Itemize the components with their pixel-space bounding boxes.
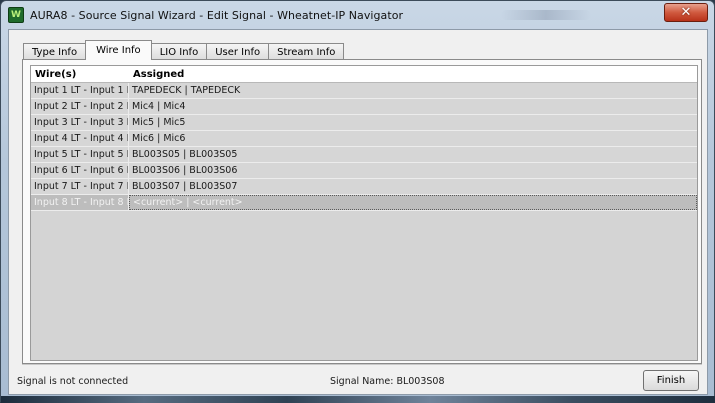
window-title: AURA8 - Source Signal Wizard - Edit Sign… (30, 8, 404, 22)
assigned-cell[interactable]: BL003S06 | BL003S06 (129, 163, 697, 178)
wire-cell: Input 5 LT - Input 5 RT (31, 147, 129, 162)
table-row[interactable]: Input 4 LT - Input 4 RT Mic6 | Mic6 (31, 131, 697, 147)
table-row[interactable]: Input 5 LT - Input 5 RT BL003S05 | BL003… (31, 147, 697, 163)
wire-cell: Input 1 LT - Input 1 RT (31, 83, 129, 98)
tab-stream-info[interactable]: Stream Info (268, 43, 345, 60)
column-header-assigned[interactable]: Assigned (129, 66, 697, 82)
wire-assignment-grid[interactable]: Wire(s) Assigned Input 1 LT - Input 1 RT… (30, 65, 698, 361)
assigned-cell[interactable]: Mic6 | Mic6 (129, 131, 697, 146)
assigned-cell[interactable]: Mic5 | Mic5 (129, 115, 697, 130)
table-row[interactable]: Input 1 LT - Input 1 RT TAPEDECK | TAPED… (31, 83, 697, 99)
title-bar[interactable]: W AURA8 - Source Signal Wizard - Edit Si… (1, 1, 714, 29)
wire-cell: Input 7 LT - Input 7 RT (31, 179, 129, 194)
tab-lio-info[interactable]: LIO Info (150, 43, 208, 60)
signal-name-label: Signal Name: BL003S08 (330, 376, 445, 387)
tab-strip: Type Info Wire Info LIO Info User Info S… (23, 40, 345, 60)
assigned-cell[interactable]: <current> | <current> (129, 195, 697, 210)
finish-button[interactable]: Finish (643, 370, 699, 391)
table-row[interactable]: Input 2 LT - Input 2 RT Mic4 | Mic4 (31, 99, 697, 115)
wire-cell: Input 4 LT - Input 4 RT (31, 131, 129, 146)
tab-user-info[interactable]: User Info (206, 43, 270, 60)
tab-wire-info[interactable]: Wire Info (85, 40, 152, 60)
wizard-window: W AURA8 - Source Signal Wizard - Edit Si… (0, 0, 715, 403)
table-row-selected[interactable]: Input 8 LT - Input 8 RT <current> | <cur… (31, 195, 697, 211)
close-icon: ✕ (680, 5, 692, 20)
client-area: Type Info Wire Info LIO Info User Info S… (8, 29, 708, 395)
wire-cell: Input 3 LT - Input 3 RT (31, 115, 129, 130)
wheatnet-app-icon: W (8, 7, 24, 23)
table-row[interactable]: Input 7 LT - Input 7 RT BL003S07 | BL003… (31, 179, 697, 195)
table-row[interactable]: Input 6 LT - Input 6 RT BL003S06 | BL003… (31, 163, 697, 179)
wire-cell: Input 2 LT - Input 2 RT (31, 99, 129, 114)
column-header-wires[interactable]: Wire(s) (31, 66, 129, 82)
status-separator (22, 364, 702, 365)
connection-status: Signal is not connected (17, 376, 129, 387)
wire-cell: Input 8 LT - Input 8 RT (31, 195, 129, 210)
status-bar: Signal is not connected Signal Name: BL0… (9, 368, 707, 394)
tab-type-info[interactable]: Type Info (23, 43, 87, 60)
assigned-cell[interactable]: Mic4 | Mic4 (129, 99, 697, 114)
assigned-cell[interactable]: TAPEDECK | TAPEDECK (129, 83, 697, 98)
title-bar-blur (501, 10, 591, 20)
wire-cell: Input 6 LT - Input 6 RT (31, 163, 129, 178)
wire-info-panel: Wire(s) Assigned Input 1 LT - Input 1 RT… (22, 59, 702, 364)
grid-header: Wire(s) Assigned (31, 66, 697, 83)
table-row[interactable]: Input 3 LT - Input 3 RT Mic5 | Mic5 (31, 115, 697, 131)
assigned-cell[interactable]: BL003S07 | BL003S07 (129, 179, 697, 194)
assigned-cell[interactable]: BL003S05 | BL003S05 (129, 147, 697, 162)
close-button[interactable]: ✕ (664, 3, 708, 22)
